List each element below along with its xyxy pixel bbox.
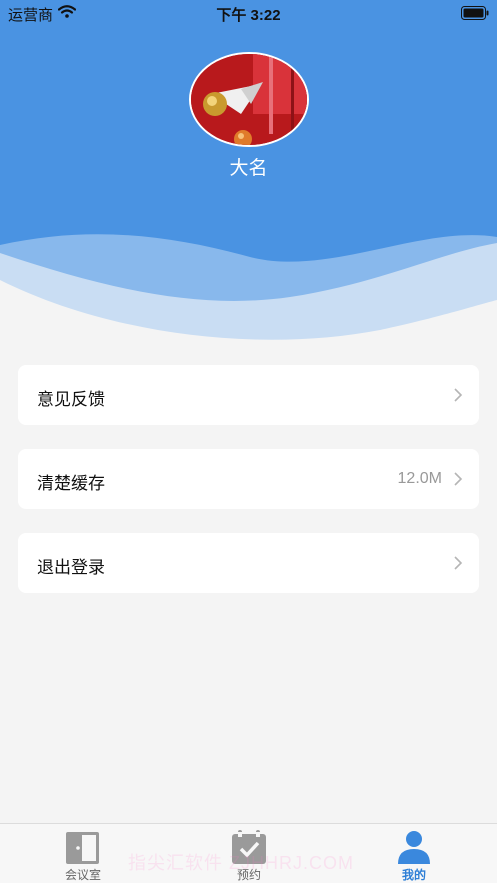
door-icon [66,832,99,864]
logout-label: 退出登录 [37,558,105,577]
user-icon [398,831,430,864]
logout-item[interactable]: 退出登录 [18,533,479,593]
chevron-right-icon [454,472,463,486]
battery-icon [461,6,489,20]
chevron-right-icon [454,556,463,570]
clear-cache-item[interactable]: 清楚缓存 12.0M [18,449,479,509]
status-time: 下午 3:22 [216,7,281,24]
status-bar: 运营商 下午 3:22 [0,0,497,26]
wave-decoration [0,234,497,345]
chevron-right-icon [454,388,463,402]
watermark: 指尖汇软件 ZJHHRJ.COM [128,853,354,873]
clear-cache-label: 清楚缓存 [37,474,105,493]
cache-size: 12.0M [397,470,442,487]
avatar-image [191,54,307,145]
user-name: 大名 [229,158,268,179]
feedback-item[interactable]: 意见反馈 [18,365,479,425]
avatar[interactable] [189,52,309,147]
tab-mine[interactable]: 我的 [331,824,497,883]
feedback-label: 意见反馈 [37,390,105,409]
tab-mine-label: 我的 [401,868,426,882]
